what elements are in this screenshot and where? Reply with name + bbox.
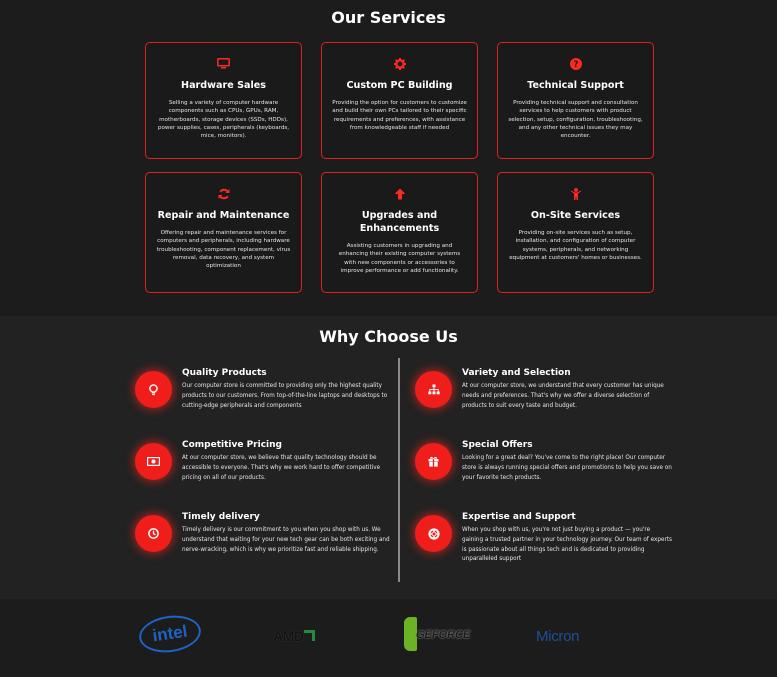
feature-description: Timely delivery is our commitment to you… (182, 527, 390, 553)
service-description: Providing technical support and consulta… (508, 100, 643, 140)
service-description: Providing on-site services such as setup… (509, 230, 642, 261)
why-title: Why Choose Us (319, 327, 458, 346)
service-description: Offering repair and maintenance services… (156, 230, 291, 270)
amd-logo[interactable]: AMD (273, 628, 316, 644)
service-card-technical-support[interactable]: ? Technical Support Providing technical … (497, 42, 654, 159)
geforce-logo[interactable]: GEFORCE (404, 617, 471, 651)
svg-text:?: ? (573, 60, 578, 70)
sitemap-icon (415, 371, 452, 408)
service-title: Hardware Sales (181, 80, 266, 91)
amd-arrow-icon (304, 630, 316, 641)
person-icon (508, 188, 643, 202)
service-title: Upgrades and Enhancements (359, 210, 440, 234)
feature-description: Our computer store is committed to provi… (182, 383, 388, 409)
feature-description: At our computer store, we believe that q… (182, 455, 381, 481)
services-title: Our Services (331, 8, 446, 27)
refresh-icon (156, 188, 291, 202)
feature-title: Timely delivery (182, 512, 260, 522)
service-title: Repair and Maintenance (157, 210, 290, 221)
intel-logo-text: intel (151, 621, 189, 646)
feature-description: Looking for a great deal? You've come to… (462, 455, 672, 481)
clock-icon (135, 515, 172, 552)
service-title: Technical Support (527, 80, 624, 91)
service-title: On-Site Services (530, 210, 621, 221)
service-card-hardware-sales[interactable]: Hardware Sales Selling a variety of comp… (145, 42, 302, 159)
micron-logo-text: Micron (536, 628, 580, 645)
micron-logo[interactable]: Micron (536, 628, 580, 645)
monitor-icon (156, 58, 291, 72)
service-card-upgrades[interactable]: Upgrades and Enhancements Assisting cust… (321, 172, 478, 293)
service-description: Selling a variety of computer hardware c… (157, 100, 290, 140)
lightbulb-icon (135, 371, 172, 408)
service-title: Custom PC Building (346, 80, 453, 91)
geforce-logo-text: GEFORCE (414, 629, 472, 641)
money-bill-icon (135, 443, 172, 480)
why-choose-us-section: Why Choose Us Quality Products Our compu… (0, 316, 777, 599)
feature-title: Variety and Selection (462, 368, 571, 378)
service-card-custom-pc[interactable]: Custom PC Building Providing the option … (321, 42, 478, 159)
center-divider (398, 358, 400, 582)
feature-title: Competitive Pricing (182, 440, 282, 450)
services-section: Our Services Hardware Sales Selling a va… (0, 0, 777, 316)
feature-title: Special Offers (462, 440, 533, 450)
service-card-onsite[interactable]: On-Site Services Providing on-site servi… (497, 172, 654, 293)
service-description: Assisting customers in upgrading and enh… (338, 243, 461, 274)
gift-icon (415, 443, 452, 480)
intel-logo[interactable]: intel (136, 611, 204, 657)
arrow-up-icon (332, 188, 467, 202)
feature-title: Expertise and Support (462, 512, 576, 522)
feature-title: Quality Products (182, 368, 267, 378)
amd-logo-text: AMD (273, 628, 304, 644)
feature-description: At our computer store, we understand tha… (462, 383, 664, 409)
feature-description: When you shop with us, you're not just b… (462, 527, 673, 563)
service-card-repair[interactable]: Repair and Maintenance Offering repair a… (145, 172, 302, 293)
gear-icon (332, 58, 467, 72)
service-description: Providing the option for customers to cu… (332, 100, 467, 131)
brand-logos-strip: intel AMD GEFORCE Micron (0, 599, 777, 677)
question-circle-icon: ? (508, 58, 643, 72)
life-ring-icon (415, 515, 452, 552)
